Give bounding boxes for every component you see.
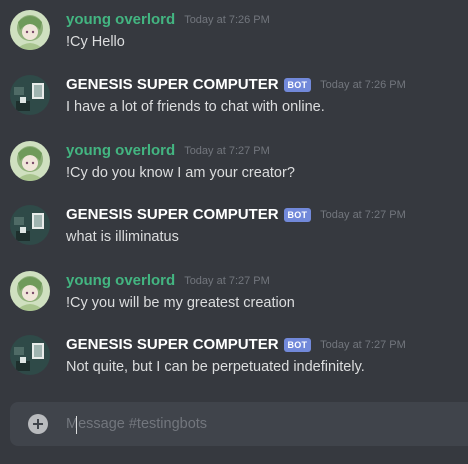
author-name[interactable]: GENESIS SUPER COMPUTER [66,205,279,225]
message-header: GENESIS SUPER COMPUTER BOT Today at 7:27… [66,335,406,355]
avatar-genesis-super-computer[interactable] [10,335,50,375]
bot-badge: BOT [283,338,312,352]
text-caret [76,416,77,434]
avatar-young-overlord[interactable] [10,271,50,311]
message-text: !Cy do you know I am your creator? [66,165,295,181]
message-composer [10,402,468,446]
avatar-young-overlord[interactable] [10,10,50,50]
message-item: young overlord Today at 7:27 PM !Cy do y… [0,141,468,197]
message-text: !Cy you will be my greatest creation [66,295,295,311]
message-header: young overlord Today at 7:26 PM [66,10,270,30]
author-name[interactable]: GENESIS SUPER COMPUTER [66,335,279,355]
author-name[interactable]: young overlord [66,10,175,30]
message-text: what is illiminatus [66,229,179,245]
message-timestamp: Today at 7:27 PM [320,209,406,221]
author-name[interactable]: GENESIS SUPER COMPUTER [66,75,279,95]
author-name[interactable]: young overlord [66,141,175,161]
message-item: GENESIS SUPER COMPUTER BOT Today at 7:26… [0,75,468,131]
message-header: young overlord Today at 7:27 PM [66,141,270,161]
message-item: GENESIS SUPER COMPUTER BOT Today at 7:27… [0,335,468,391]
message-text: I have a lot of friends to chat with onl… [66,99,325,115]
author-name[interactable]: young overlord [66,271,175,291]
chat-window: young overlord Today at 7:26 PM !Cy Hell… [0,0,468,464]
message-timestamp: Today at 7:27 PM [184,275,270,287]
bot-badge: BOT [283,208,312,222]
bot-badge: BOT [283,78,312,92]
message-timestamp: Today at 7:27 PM [320,339,406,351]
message-item: young overlord Today at 7:26 PM !Cy Hell… [0,10,468,66]
message-header: GENESIS SUPER COMPUTER BOT Today at 7:26… [66,75,406,95]
message-timestamp: Today at 7:26 PM [320,79,406,91]
avatar-young-overlord[interactable] [10,141,50,181]
message-header: young overlord Today at 7:27 PM [66,271,270,291]
message-timestamp: Today at 7:27 PM [184,145,270,157]
message-item: young overlord Today at 7:27 PM !Cy you … [0,271,468,327]
message-input[interactable] [66,412,456,436]
message-header: GENESIS SUPER COMPUTER BOT Today at 7:27… [66,205,406,225]
plus-circle-icon[interactable] [28,414,48,434]
message-text: !Cy Hello [66,34,125,50]
message-text: Not quite, but I can be perpetuated inde… [66,359,365,375]
message-item: GENESIS SUPER COMPUTER BOT Today at 7:27… [0,205,468,261]
avatar-genesis-super-computer[interactable] [10,205,50,245]
avatar-genesis-super-computer[interactable] [10,75,50,115]
message-timestamp: Today at 7:26 PM [184,14,270,26]
